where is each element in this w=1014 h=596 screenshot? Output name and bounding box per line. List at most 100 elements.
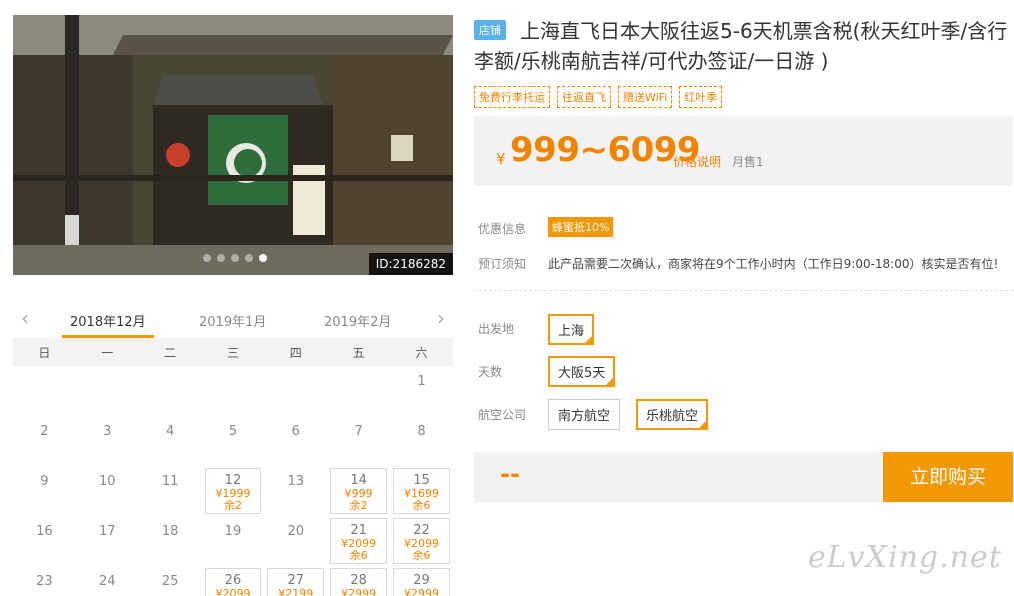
calendar-day-available[interactable]: 15 ¥1699 余6 [393, 468, 450, 514]
shop-tag[interactable]: 店铺 [474, 20, 506, 40]
day-number: 20 [287, 524, 305, 539]
weekday-label: 三 [226, 345, 239, 360]
seats-remaining: 余6 [412, 549, 431, 562]
price-explanation-link[interactable]: 价格说明 [673, 153, 721, 170]
day-number: 11 [161, 474, 179, 489]
monthly-sales: 月售1 [732, 155, 764, 169]
day-price: ¥2199 [278, 587, 314, 596]
day-number: 15 [413, 473, 430, 488]
calendar-day [13, 366, 76, 416]
slide-dot[interactable] [203, 254, 211, 262]
day-number: 14 [350, 473, 367, 488]
calendar-day [139, 366, 202, 416]
day-number: 13 [287, 474, 305, 489]
promo-label: 优惠信息 [478, 222, 527, 236]
watermark: eLvXing.net [808, 540, 1002, 575]
days-option[interactable]: 大阪5天 [548, 356, 616, 387]
feature-tag: 红叶季 [679, 86, 723, 108]
day-number: 4 [165, 424, 175, 439]
calendar-day [327, 366, 390, 416]
day-number: 3 [103, 424, 112, 439]
calendar-day-available[interactable]: 14 ¥999 余2 [330, 468, 388, 514]
day-number: 26 [224, 573, 242, 588]
day-number: 25 [161, 574, 179, 589]
product-title: 上海直飞日本大阪往返5-6天机票含税(秋天红叶季/含行李额/乐桃南航吉祥/可代办… [474, 19, 1008, 73]
day-number: 16 [36, 524, 53, 539]
slide-dot[interactable] [231, 254, 239, 262]
buy-bar: -- [474, 452, 884, 502]
calendar-day: 23 [13, 566, 76, 596]
day-number: 17 [98, 524, 116, 539]
slide-dot[interactable] [245, 254, 253, 262]
calendar-day-available[interactable]: 12 ¥1999 余2 [204, 468, 262, 514]
feature-tag: 赠送WiFi [618, 86, 673, 108]
calendar-day: 20 [264, 516, 327, 566]
month-tab[interactable]: 2018年12月 [62, 311, 154, 338]
price-box: ¥ 999~6099 价格说明 月售1 [474, 116, 1013, 186]
calendar-day [202, 366, 265, 416]
buy-now-button[interactable]: 立即购买 [883, 452, 1013, 502]
divider [474, 290, 1013, 291]
prev-month-arrow-icon[interactable]: ‹ [21, 308, 29, 328]
seats-remaining: 余6 [349, 549, 368, 562]
calendar-day: 4 [139, 416, 202, 466]
airline-option[interactable]: 南方航空 [548, 399, 621, 430]
calendar-day: 11 [139, 466, 202, 516]
day-number: 9 [40, 474, 49, 489]
day-number [139, 366, 202, 374]
day-number: 10 [98, 474, 116, 489]
day-number: 28 [350, 573, 367, 588]
day-number: 5 [228, 424, 238, 439]
day-number [264, 366, 327, 374]
feature-tags: 免费行李托运 往返直飞 赠送WiFi 红叶季 [474, 86, 723, 108]
calendar-day: 9 [13, 466, 76, 516]
calendar-day-available[interactable]: 21 ¥2099 余6 [330, 518, 388, 564]
weekday-label: 五 [352, 345, 365, 360]
calendar-month-nav: ‹ 2018年12月 2019年1月 2019年2月 › [13, 302, 453, 338]
month-tab[interactable]: 2019年2月 [324, 311, 391, 330]
calendar-day: 10 [76, 466, 139, 516]
calendar-day [264, 366, 327, 416]
calendar-day: 18 [139, 516, 202, 566]
slide-dot-active[interactable] [259, 254, 267, 262]
weekday-header: 日 一 二 三 四 五 六 [13, 338, 453, 366]
weekday-label: 日 [38, 345, 51, 360]
seats-remaining: 余2 [349, 499, 368, 512]
calendar-day-available[interactable]: 27 ¥2199 [267, 568, 325, 596]
calendar-day-available[interactable]: 26 ¥2099 [204, 568, 262, 596]
calendar-day: 24 [76, 566, 139, 596]
calendar-day: 7 [327, 416, 390, 466]
price-range: 999~6099 [510, 130, 701, 170]
day-number: 7 [354, 424, 363, 439]
calendar-week-row: 1 [13, 366, 453, 416]
photo-image [13, 15, 453, 275]
month-tab[interactable]: 2019年1月 [199, 311, 266, 330]
calendar-day: 8 [390, 416, 453, 466]
day-number: 21 [350, 523, 367, 538]
day-number: 6 [291, 424, 300, 439]
booking-notice: 此产品需要二次确认，商家将在9个工作小时内（工作日9:00-18:00）核实是否… [548, 257, 999, 271]
calendar-day-available[interactable]: 22 ¥2099 余6 [393, 518, 450, 564]
weekday-label: 四 [289, 345, 302, 360]
product-photo[interactable]: ID:2186282 [13, 15, 453, 275]
total-price: -- [500, 460, 520, 488]
calendar-day-available[interactable]: 29 ¥2999 [393, 568, 450, 596]
slide-dot[interactable] [217, 254, 225, 262]
next-month-arrow-icon[interactable]: › [437, 308, 445, 328]
notice-label: 预订须知 [478, 257, 527, 271]
calendar-week-row: 16 17 18 19 20 21 ¥2099 余6 22 ¥2099 余6 [13, 516, 453, 566]
calendar-day: 19 [202, 516, 265, 566]
departure-label: 出发地 [478, 322, 515, 336]
day-number: 8 [417, 424, 426, 439]
calendar-day-available[interactable]: 28 ¥2999 [330, 568, 388, 596]
slide-dots [203, 254, 267, 262]
price-currency: ¥ [496, 150, 506, 168]
airline-option[interactable]: 乐桃航空 [636, 399, 709, 430]
calendar-day: 5 [202, 416, 265, 466]
price-calendar: ‹ 2018年12月 2019年1月 2019年2月 › 日 一 二 三 四 五… [13, 302, 453, 596]
departure-option[interactable]: 上海 [548, 314, 595, 345]
calendar-day: 1 [390, 366, 453, 416]
calendar-day: 16 [13, 516, 76, 566]
calendar-day: 25 [139, 566, 202, 596]
day-price: ¥2999 [403, 587, 439, 596]
